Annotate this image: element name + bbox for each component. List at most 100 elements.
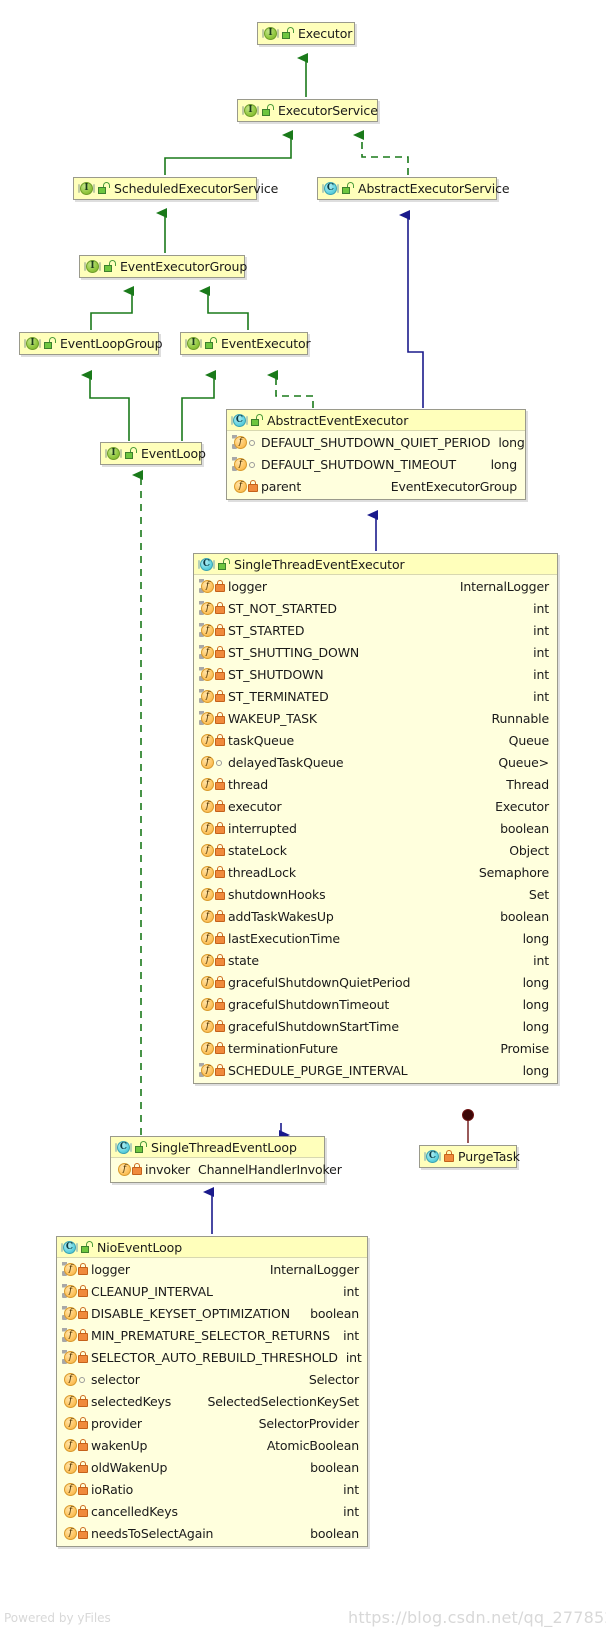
class-node-abstracteventexecutor[interactable]: C AbstractEventExecutor f DEFAULT_SHUTDOW… — [226, 409, 526, 500]
member-row[interactable]: f ST_SHUTDOWN int — [194, 663, 557, 685]
field-icon: f — [62, 1394, 78, 1409]
member-row[interactable]: f gracefulShutdownStartTime long — [194, 1015, 557, 1037]
lock-closed-icon — [215, 579, 225, 593]
member-row[interactable]: f selectedKeys SelectedSelectionKeySet — [57, 1390, 367, 1412]
lock-closed-icon — [215, 667, 225, 681]
member-name: CLEANUP_INTERVAL — [91, 1283, 213, 1299]
class-node-purgetask[interactable]: C PurgeTask — [419, 1145, 520, 1168]
member-row[interactable]: f ST_SHUTTING_DOWN int — [194, 641, 557, 663]
member-row[interactable]: f gracefulShutdownQuietPeriod long — [194, 971, 557, 993]
member-row[interactable]: f provider SelectorProvider — [57, 1412, 367, 1434]
class-node-singlethreadeventexecutor[interactable]: C SingleThreadEventExecutor f logger Inter… — [193, 553, 558, 1084]
member-type: boolean — [500, 820, 549, 836]
member-name: DEFAULT_SHUTDOWN_QUIET_PERIOD — [261, 434, 491, 450]
member-row[interactable]: f ioRatio int — [57, 1478, 367, 1500]
member-row[interactable]: f threadLock Semaphore — [194, 861, 557, 883]
member-type: boolean — [500, 908, 549, 924]
member-row[interactable]: f ST_TERMINATED int — [194, 685, 557, 707]
interface-icon: I — [242, 103, 259, 118]
field-icon: f — [62, 1416, 78, 1431]
node-title: EventExecutorGroup — [120, 259, 248, 274]
member-row[interactable]: f ST_STARTED int — [194, 619, 557, 641]
member-row[interactable]: f needsToSelectAgain boolean — [57, 1522, 367, 1544]
static-field-icon: f — [199, 710, 215, 726]
lock-closed-icon — [78, 1284, 88, 1298]
member-row[interactable]: f wakenUp AtomicBoolean — [57, 1434, 367, 1456]
member-row[interactable]: f thread Thread — [194, 773, 557, 795]
member-row[interactable]: f lastExecutionTime long — [194, 927, 557, 949]
member-row[interactable]: f logger InternalLogger — [57, 1258, 367, 1280]
member-type: long — [490, 456, 518, 472]
edge-abstracteventexecutor-to-abstractexecutorservice — [399, 210, 424, 408]
lock-open-icon — [98, 182, 110, 195]
member-row[interactable]: f gracefulShutdownTimeout long — [194, 993, 557, 1015]
package-visibility-icon — [248, 458, 258, 471]
member-row[interactable]: f oldWakenUp boolean — [57, 1456, 367, 1478]
member-row[interactable]: f executor Executor — [194, 795, 557, 817]
class-node-eventloop[interactable]: I EventLoop — [100, 442, 206, 465]
member-row[interactable]: f stateLock Object — [194, 839, 557, 861]
field-icon: f — [199, 733, 215, 748]
member-row[interactable]: f invoker ChannelHandlerInvoker — [111, 1158, 342, 1180]
member-row[interactable]: f MIN_PREMATURE_SELECTOR_RETURNS int — [57, 1324, 367, 1346]
class-node-nioeventloop[interactable]: C NioEventLoop f logger InternalLogger f CLE… — [56, 1236, 368, 1547]
static-field-icon: f — [62, 1305, 78, 1321]
lock-closed-icon — [78, 1350, 88, 1364]
lock-closed-icon — [215, 931, 225, 945]
member-row[interactable]: f DISABLE_KEYSET_OPTIMIZATION boolean — [57, 1302, 367, 1324]
member-row[interactable]: f cancelledKeys int — [57, 1500, 367, 1522]
class-node-executorservice[interactable]: I ExecutorService — [237, 99, 378, 122]
class-node-eventloopgroup[interactable]: I EventLoopGroup — [19, 332, 163, 355]
member-row[interactable]: f delayedTaskQueue Queue> — [194, 751, 557, 773]
edge-eventexecutor-to-eventexecutorgroup — [199, 286, 249, 330]
member-type: long — [522, 930, 550, 946]
member-row[interactable]: f DEFAULT_SHUTDOWN_TIMEOUT long — [227, 453, 525, 475]
lock-closed-icon — [78, 1504, 88, 1518]
member-row[interactable]: f shutdownHooks Set — [194, 883, 557, 905]
member-type: Object — [509, 842, 549, 858]
class-node-eventexecutorgroup[interactable]: I EventExecutorGroup — [79, 255, 248, 278]
edge-eventloop-to-eventexecutor — [181, 370, 216, 441]
member-row[interactable]: f logger InternalLogger — [194, 575, 557, 597]
node-header: C AbstractExecutorService — [318, 178, 510, 199]
static-field-icon: f — [62, 1283, 78, 1299]
member-row[interactable]: f addTaskWakesUp boolean — [194, 905, 557, 927]
class-icon: C — [198, 557, 215, 572]
lock-closed-icon — [215, 623, 225, 637]
class-node-eventexecutor[interactable]: I EventExecutor — [180, 332, 311, 355]
member-type: int — [343, 1481, 359, 1497]
member-row[interactable]: f WAKEUP_TASK Runnable — [194, 707, 557, 729]
field-icon: f — [199, 1041, 215, 1056]
class-node-scheduledexecutorservice[interactable]: I ScheduledExecutorService — [73, 177, 278, 200]
member-name: terminationFuture — [228, 1040, 338, 1056]
node-header: C SingleThreadEventExecutor — [194, 554, 557, 575]
member-row[interactable]: f SELECTOR_AUTO_REBUILD_THRESHOLD int — [57, 1346, 367, 1368]
member-name: MIN_PREMATURE_SELECTOR_RETURNS — [91, 1327, 330, 1343]
member-row[interactable]: f interrupted boolean — [194, 817, 557, 839]
member-row[interactable]: f terminationFuture Promise — [194, 1037, 557, 1059]
member-row[interactable]: f parent EventExecutorGroup — [227, 475, 525, 497]
lock-closed-icon — [215, 1041, 225, 1055]
member-type: Executor — [495, 798, 549, 814]
member-row[interactable]: f ST_NOT_STARTED int — [194, 597, 557, 619]
static-field-icon: f — [199, 600, 215, 616]
member-row[interactable]: f taskQueue Queue — [194, 729, 557, 751]
member-row[interactable]: f DEFAULT_SHUTDOWN_QUIET_PERIOD long — [227, 431, 525, 453]
member-name: DISABLE_KEYSET_OPTIMIZATION — [91, 1305, 290, 1321]
class-node-abstractexecutorservice[interactable]: C AbstractExecutorService — [317, 177, 510, 200]
static-field-icon: f — [199, 1062, 215, 1078]
node-title: NioEventLoop — [97, 1239, 183, 1255]
member-row[interactable]: f state int — [194, 949, 557, 971]
member-row[interactable]: f selector Selector — [57, 1368, 367, 1390]
class-node-executor[interactable]: I Executor — [257, 22, 355, 45]
field-icon: f — [199, 799, 215, 814]
member-row[interactable]: f CLEANUP_INTERVAL int — [57, 1280, 367, 1302]
lock-closed-icon — [215, 997, 225, 1011]
member-row[interactable]: f SCHEDULE_PURGE_INTERVAL long — [194, 1059, 557, 1081]
class-node-singlethreadeventloop[interactable]: C SingleThreadEventLoop f invoker ChannelH… — [110, 1136, 342, 1183]
field-icon: f — [62, 1482, 78, 1497]
node-title: ScheduledExecutorService — [114, 181, 279, 196]
member-type: Selector — [308, 1371, 359, 1387]
lock-closed-icon — [78, 1482, 88, 1496]
member-name: logger — [91, 1261, 130, 1277]
